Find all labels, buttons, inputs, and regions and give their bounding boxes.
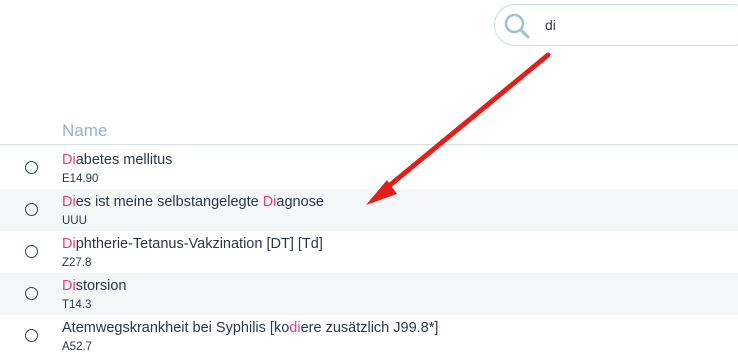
match-highlight: Di	[62, 194, 76, 210]
item-code: T14.3	[62, 299, 92, 311]
item-name: Diphtherie-Tetanus-Vakzination [DT] [Td]	[62, 236, 323, 252]
list-item[interactable]: Dies ist meine selbstangelegte Diagnose …	[0, 189, 738, 231]
match-highlight: Di	[62, 152, 76, 168]
item-code: E14.90	[62, 173, 99, 185]
item-name: Dies ist meine selbstangelegte Diagnose	[62, 194, 324, 210]
match-highlight: Di	[62, 278, 76, 294]
name-text: ere zusätzlich J99.8*]	[300, 320, 439, 336]
radio-button[interactable]	[25, 245, 38, 258]
search-icon	[504, 13, 530, 39]
radio-button[interactable]	[25, 203, 38, 216]
name-text: phtherie-Tetanus-Vakzination [DT] [Td]	[75, 236, 323, 252]
header-divider	[0, 144, 738, 145]
item-name: Distorsion	[62, 278, 126, 294]
list-item[interactable]: Diphtherie-Tetanus-Vakzination [DT] [Td]…	[0, 231, 738, 273]
list-item[interactable]: Distorsion T14.3	[0, 273, 738, 315]
match-highlight: Di	[62, 236, 76, 252]
item-code: UUU	[62, 215, 87, 227]
name-text: abetes mellitus	[75, 152, 173, 168]
list-item[interactable]: Diabetes mellitus E14.90	[0, 147, 738, 189]
item-code: Z27.8	[62, 257, 92, 269]
match-highlight: di	[289, 320, 301, 336]
item-name: Atemwegskrankheit bei Syphilis [kodiere …	[62, 320, 438, 336]
search-input[interactable]: di	[545, 17, 556, 33]
radio-button[interactable]	[25, 329, 38, 342]
name-text: es ist meine selbstangelegte	[75, 194, 263, 210]
name-text: Atemwegskrankheit bei Syphilis [ko	[62, 320, 290, 336]
radio-button[interactable]	[25, 287, 38, 300]
item-code: A52.7	[62, 341, 93, 353]
list-item[interactable]: Atemwegskrankheit bei Syphilis [kodiere …	[0, 315, 738, 357]
match-highlight: Di	[262, 194, 277, 210]
name-text: storsion	[75, 278, 127, 294]
column-header-name[interactable]: Name	[62, 121, 107, 141]
radio-button[interactable]	[25, 161, 38, 174]
item-name: Diabetes mellitus	[62, 152, 172, 168]
name-text: agnose	[276, 194, 324, 210]
search-box[interactable]: di	[494, 4, 738, 46]
